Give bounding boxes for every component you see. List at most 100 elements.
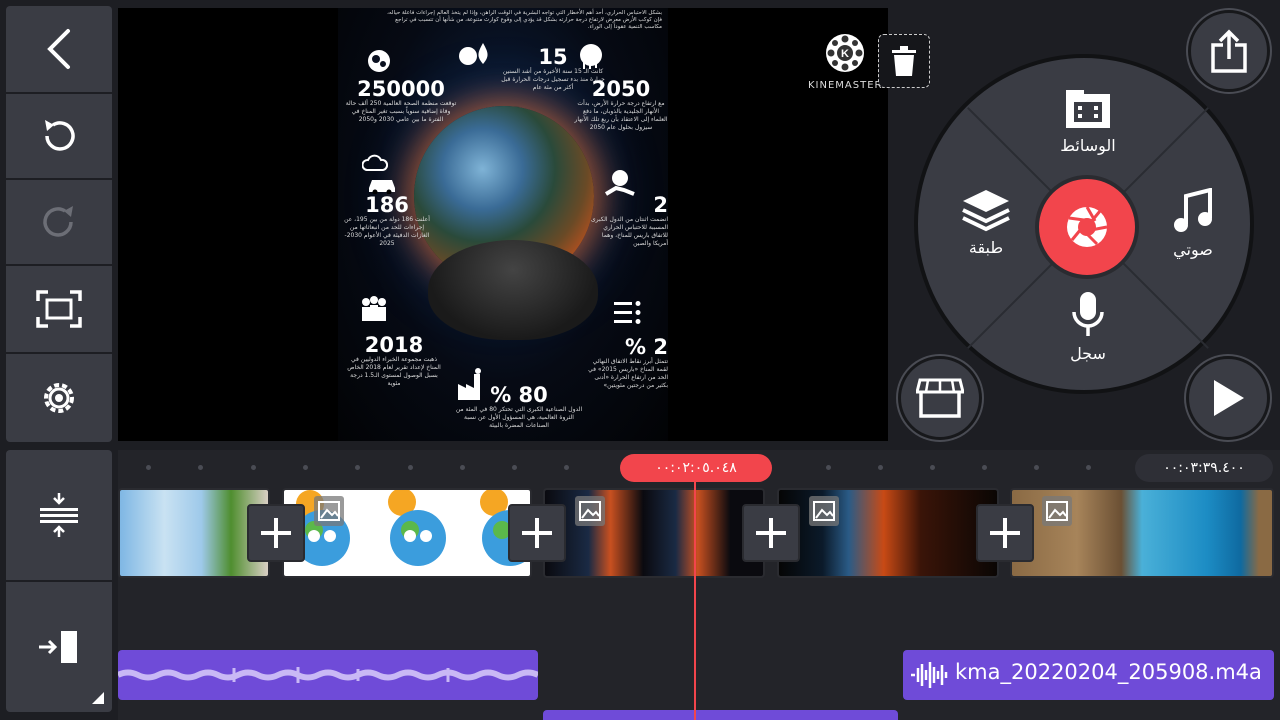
fact-number: % 2 — [625, 335, 668, 359]
image-clip-icon — [314, 496, 344, 526]
share-button[interactable] — [1188, 10, 1270, 92]
audio-waveform — [118, 667, 538, 683]
fact-2018: 2018 ذهبت مجموعة الخبراء الدوليين في الم… — [344, 334, 444, 388]
globe-overlay — [414, 106, 594, 286]
fact-2050: 2050 مع ارتفاع درجة حرارة الأرض، بدأت ال… — [574, 78, 668, 132]
fact-text: الدول الصناعية الكبرى التي تحتكر 80 في ا… — [455, 406, 583, 429]
redo-icon — [43, 206, 73, 237]
earth-drop-icon — [459, 43, 488, 65]
playhead[interactable] — [694, 482, 696, 720]
people-group-icon — [362, 296, 386, 321]
plus-icon — [990, 518, 1020, 548]
media-film-icon — [1066, 90, 1110, 128]
plus-icon — [756, 518, 786, 548]
ruler-tick — [512, 465, 517, 470]
asset-store-button[interactable] — [898, 356, 982, 440]
redo-button[interactable] — [6, 180, 112, 264]
jump-to-end-button[interactable] — [6, 582, 112, 712]
fact-text: مع ارتفاع درجة حرارة الأرض، بدأت الأنهار… — [574, 100, 668, 131]
fact-number: 2050 — [591, 77, 651, 101]
back-arrow-icon — [47, 29, 70, 69]
car-icon — [369, 180, 395, 194]
trash-icon — [892, 46, 916, 76]
audio-wave-icon — [911, 662, 948, 688]
audio-file-name: kma_20220204_205908.m4a — [955, 660, 1262, 684]
music-note-icon — [1174, 187, 1212, 232]
layer-stack-icon — [962, 190, 1010, 232]
ruler-tick — [826, 465, 831, 470]
back-button[interactable] — [6, 6, 112, 92]
camera-shutter-icon — [1067, 206, 1108, 247]
ruler-tick — [878, 465, 883, 470]
fact-2: 2 انضمت اثنتان من الدول الكبرى المسببة ل… — [586, 194, 668, 248]
fullscreen-button[interactable] — [6, 266, 112, 352]
fact-text: تتمثل أبرز نقاط الاتفاق النهائي لقمة الم… — [588, 358, 668, 389]
image-clip-icon — [575, 496, 605, 526]
layer-button[interactable]: طبقة — [940, 188, 1032, 257]
ruler-tick — [1034, 465, 1039, 470]
kinemaster-editor: بشكل الاحتباس الحراري، أحد أهم الأخطار ا… — [0, 0, 1280, 720]
media-label: الوسائط — [1060, 136, 1116, 155]
ruler-tick — [408, 465, 413, 470]
ruler-tick — [198, 465, 203, 470]
delete-watermark-button[interactable] — [878, 34, 930, 88]
kinemaster-logo-text: KINEMASTER — [808, 80, 883, 91]
share-icon — [1211, 29, 1247, 73]
globe-thermometer-icon — [368, 50, 390, 72]
timeline-resize-button[interactable] — [6, 450, 112, 580]
svg-text:K: K — [841, 48, 849, 60]
ruler-tick — [460, 465, 465, 470]
ruler-tick — [251, 465, 256, 470]
infographic-header: بشكل الاحتباس الحراري، أحد أهم الأخطار ا… — [344, 10, 662, 31]
media-wheel: الوسائط طبقة صوتي سجل — [914, 54, 1254, 394]
voice-record-button[interactable]: سجل — [1038, 290, 1138, 363]
record-capture-button[interactable] — [1035, 175, 1139, 279]
fullscreen-icon — [36, 290, 82, 328]
audio-track-3[interactable] — [543, 710, 898, 720]
audio-track-2[interactable]: kma_20220204_205908.m4a — [903, 650, 1274, 700]
transition-add-button[interactable] — [742, 504, 800, 562]
current-time-badge[interactable]: ٠٠:٠٢:٠٥.٠٤٨ — [620, 454, 772, 482]
ruler-tick — [355, 465, 360, 470]
microphone-icon — [1072, 292, 1104, 336]
infographic-poster: بشكل الاحتباس الحراري، أحد أهم الأخطار ا… — [338, 8, 668, 441]
undo-button[interactable] — [6, 94, 112, 178]
transition-add-button[interactable] — [976, 504, 1034, 562]
cloud-icon — [362, 154, 388, 171]
fact-number: 2018 — [364, 333, 424, 357]
play-button[interactable] — [1186, 356, 1270, 440]
fact-number: 15 — [538, 45, 568, 69]
ruler-tick — [930, 465, 935, 470]
list-icon — [614, 301, 641, 324]
ruler-tick — [982, 465, 987, 470]
audio-track-1[interactable] — [118, 650, 538, 700]
plus-icon — [261, 518, 291, 548]
kinemaster-logo-icon: K — [826, 34, 864, 72]
ruler-tick — [146, 465, 151, 470]
total-duration-badge: ٠٠:٠٣:٣٩.٤٠٠ — [1135, 454, 1273, 482]
image-clip-icon — [809, 496, 839, 526]
audio-label: صوتي — [1173, 240, 1213, 259]
media-button[interactable]: الوسائط — [1028, 88, 1148, 155]
asset-store-icon — [916, 378, 964, 418]
ruler-tick — [303, 465, 308, 470]
fact-text: ذهبت مجموعة الخبراء الدوليين في المناخ ل… — [347, 356, 441, 387]
fact-2-percent: % 2 تتمثل أبرز نقاط الاتفاق النهائي لقمة… — [582, 336, 668, 390]
fact-text: توقعت منظمة الصحة العالمية 250 ألف حالة … — [345, 100, 457, 123]
fact-text: انضمت اثنتان من الدول الكبرى المسببة للا… — [590, 216, 668, 247]
play-icon — [1214, 380, 1244, 416]
settings-button[interactable] — [6, 354, 112, 442]
voice-label: سجل — [1070, 344, 1106, 363]
transition-add-button[interactable] — [247, 504, 305, 562]
fact-number: 250000 — [357, 77, 445, 101]
fact-number: % 80 — [490, 383, 548, 407]
corner-expand-icon — [92, 692, 104, 704]
transition-add-button[interactable] — [508, 504, 566, 562]
image-clip-icon — [1042, 496, 1072, 526]
kinemaster-watermark: K KINEMASTER — [808, 32, 882, 91]
video-preview[interactable]: بشكل الاحتباس الحراري، أحد أهم الأخطار ا… — [118, 8, 888, 441]
settings-gear-icon — [44, 383, 74, 413]
audio-button[interactable]: صوتي — [1148, 187, 1238, 259]
jump-to-end-icon — [39, 631, 77, 663]
layer-label: طبقة — [968, 238, 1004, 257]
